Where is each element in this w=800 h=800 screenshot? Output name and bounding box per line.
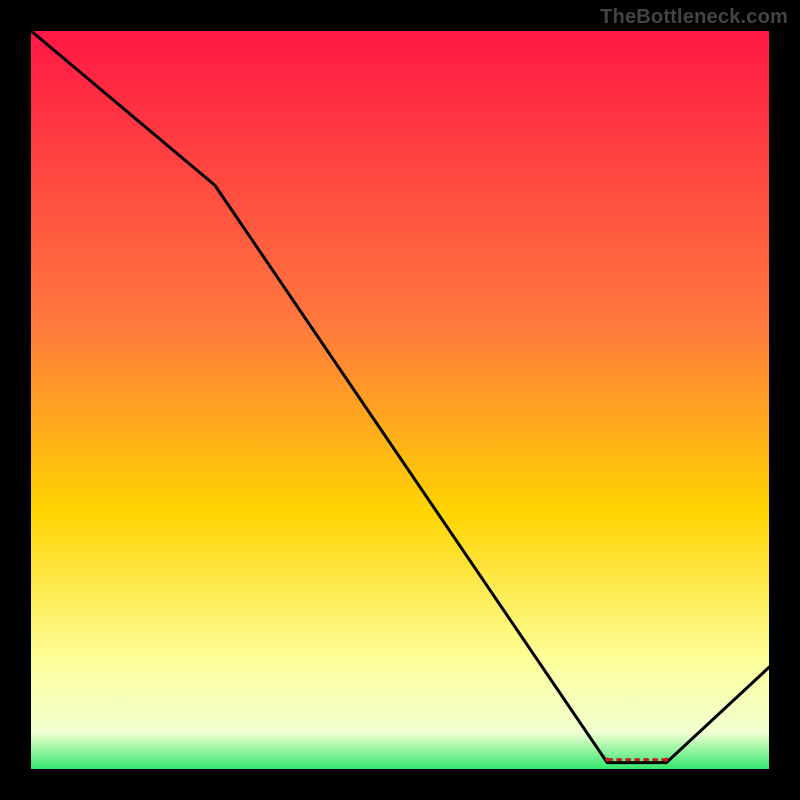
- chart-svg: [0, 0, 800, 800]
- chart-frame: TheBottleneck.com: [0, 0, 800, 800]
- plot-area: [30, 30, 770, 770]
- watermark-text: TheBottleneck.com: [600, 6, 788, 29]
